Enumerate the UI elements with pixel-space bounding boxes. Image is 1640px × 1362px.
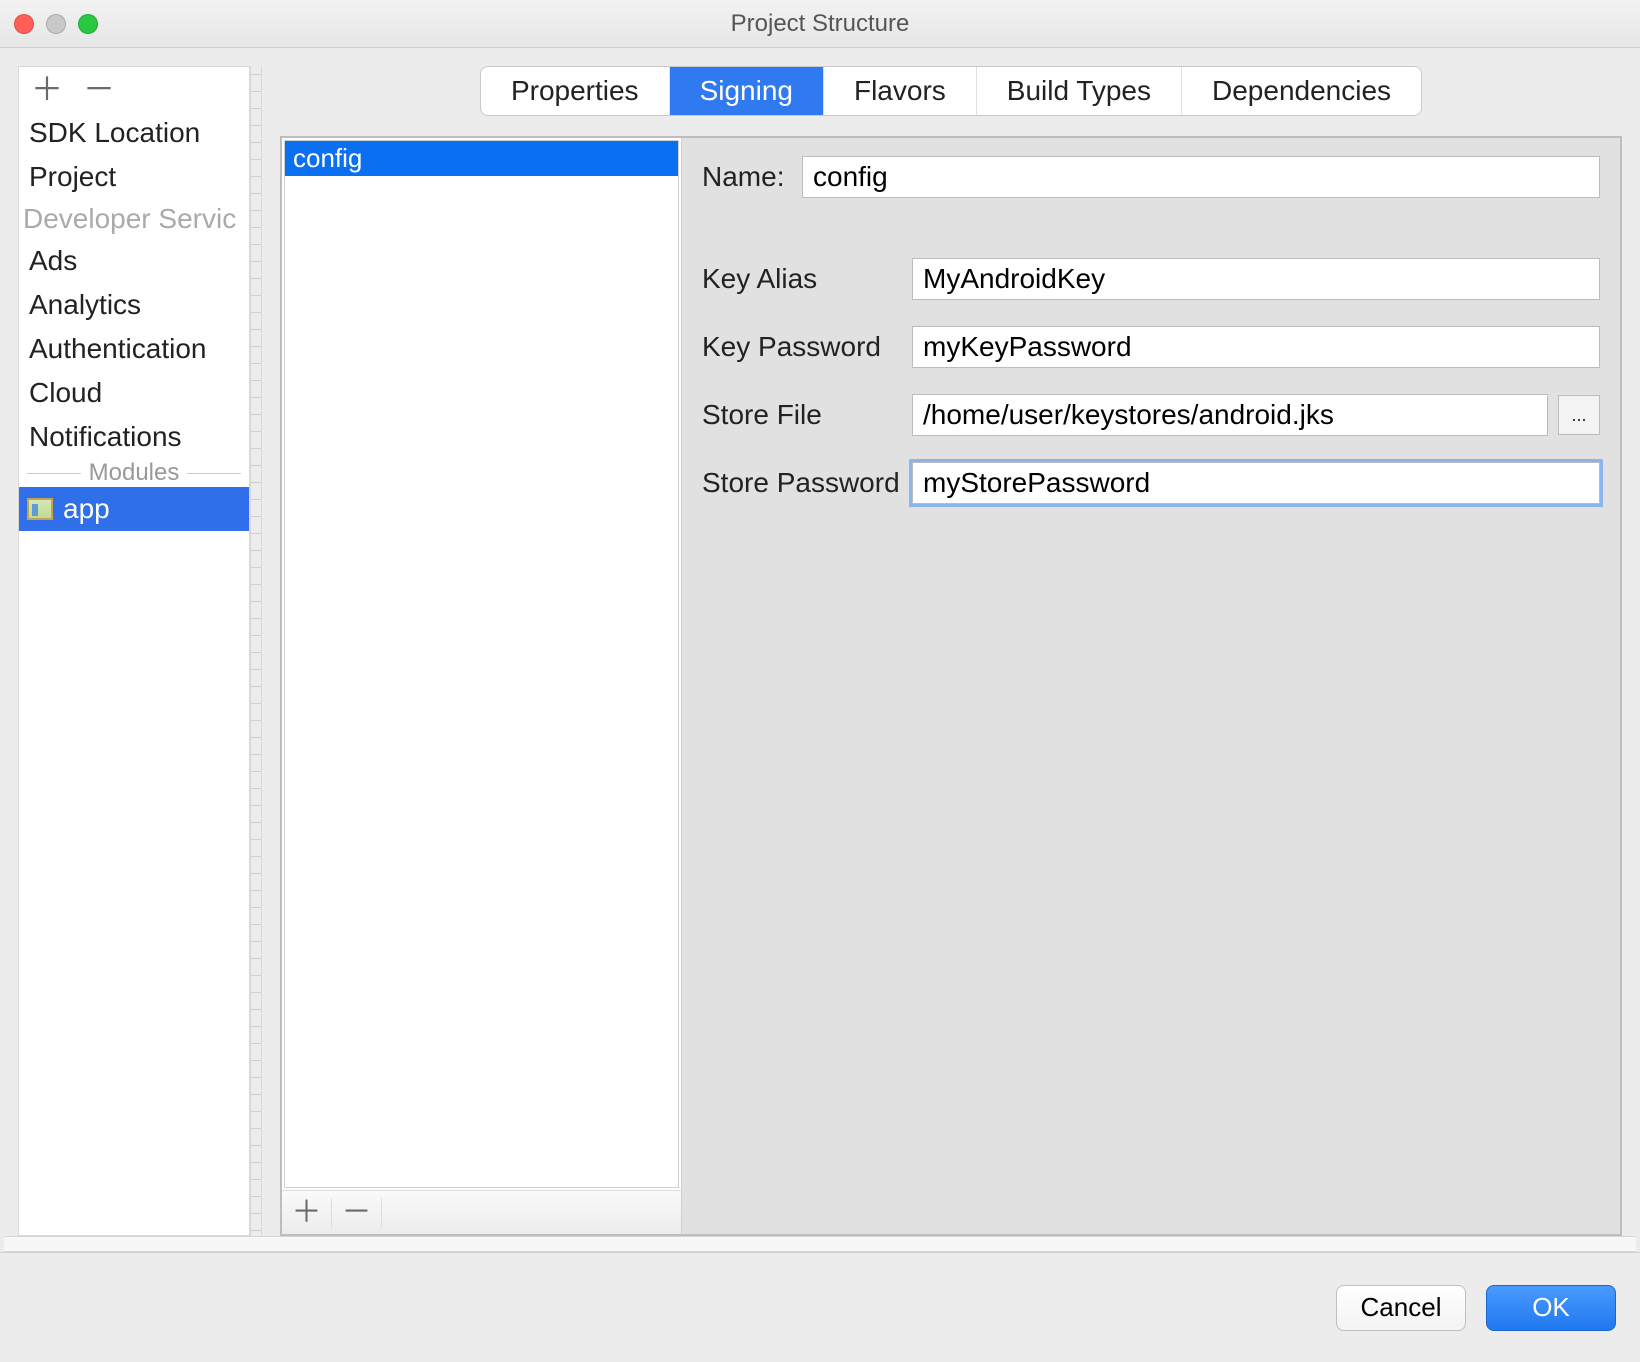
config-toolbar: ＋ － <box>282 1190 681 1234</box>
cancel-button[interactable]: Cancel <box>1336 1285 1466 1331</box>
close-window-icon[interactable] <box>14 14 34 34</box>
add-icon[interactable]: ＋ <box>31 73 63 105</box>
add-config-icon[interactable]: ＋ <box>282 1198 332 1228</box>
config-list[interactable]: config <box>284 140 679 1188</box>
signing-content: config ＋ － Name: Key Alias Key Pas <box>280 136 1622 1236</box>
sidebar-module-label: app <box>63 493 110 525</box>
tab-signing[interactable]: Signing <box>670 67 824 115</box>
sidebar-modules-label: Modules <box>89 459 180 487</box>
remove-icon[interactable]: － <box>83 73 115 105</box>
label-name: Name: <box>702 161 802 193</box>
config-list-panel: config ＋ － <box>282 138 682 1234</box>
tab-build-types[interactable]: Build Types <box>977 67 1182 115</box>
window-controls <box>14 14 98 34</box>
label-store-file: Store File <box>702 399 912 431</box>
label-key-password: Key Password <box>702 331 912 363</box>
tab-flavors[interactable]: Flavors <box>824 67 977 115</box>
remove-config-icon[interactable]: － <box>332 1198 382 1228</box>
tab-properties[interactable]: Properties <box>481 67 670 115</box>
tab-bar: Properties Signing Flavors Build Types D… <box>480 66 1422 116</box>
sidebar-modules-divider: Modules <box>19 459 249 487</box>
sidebar-item-ads[interactable]: Ads <box>19 239 249 283</box>
sidebar-item-analytics[interactable]: Analytics <box>19 283 249 327</box>
input-key-password[interactable] <box>912 326 1600 368</box>
ok-button[interactable]: OK <box>1486 1285 1616 1331</box>
sidebar: ＋ － SDK Location Project Developer Servi… <box>18 66 250 1236</box>
tab-dependencies[interactable]: Dependencies <box>1182 67 1421 115</box>
sidebar-item-sdk-location[interactable]: SDK Location <box>19 111 249 155</box>
label-key-alias: Key Alias <box>702 263 912 295</box>
sidebar-toolbar: ＋ － <box>19 67 249 111</box>
input-store-file[interactable] <box>912 394 1548 436</box>
config-item-config[interactable]: config <box>285 141 678 176</box>
signing-form: Name: Key Alias Key Password Store File … <box>682 138 1620 1234</box>
label-store-password: Store Password <box>702 467 912 499</box>
sidebar-item-project[interactable]: Project <box>19 155 249 199</box>
input-key-alias[interactable] <box>912 258 1600 300</box>
input-store-password[interactable] <box>912 462 1600 504</box>
sidebar-item-notifications[interactable]: Notifications <box>19 415 249 459</box>
browse-store-file-button[interactable]: ... <box>1558 395 1600 435</box>
main-area: Properties Signing Flavors Build Types D… <box>280 66 1622 1236</box>
zoom-window-icon[interactable] <box>78 14 98 34</box>
titlebar: Project Structure <box>0 0 1640 48</box>
sidebar-header-developer-services: Developer Servic <box>19 199 249 239</box>
sidebar-module-app[interactable]: app <box>19 487 249 531</box>
sidebar-item-authentication[interactable]: Authentication <box>19 327 249 371</box>
sidebar-resize-gutter[interactable] <box>250 66 262 1236</box>
horizontal-scroll-track[interactable] <box>4 1236 1636 1252</box>
module-icon <box>27 498 53 520</box>
sidebar-item-cloud[interactable]: Cloud <box>19 371 249 415</box>
minimize-window-icon <box>46 14 66 34</box>
input-name[interactable] <box>802 156 1600 198</box>
window-title: Project Structure <box>731 10 910 38</box>
